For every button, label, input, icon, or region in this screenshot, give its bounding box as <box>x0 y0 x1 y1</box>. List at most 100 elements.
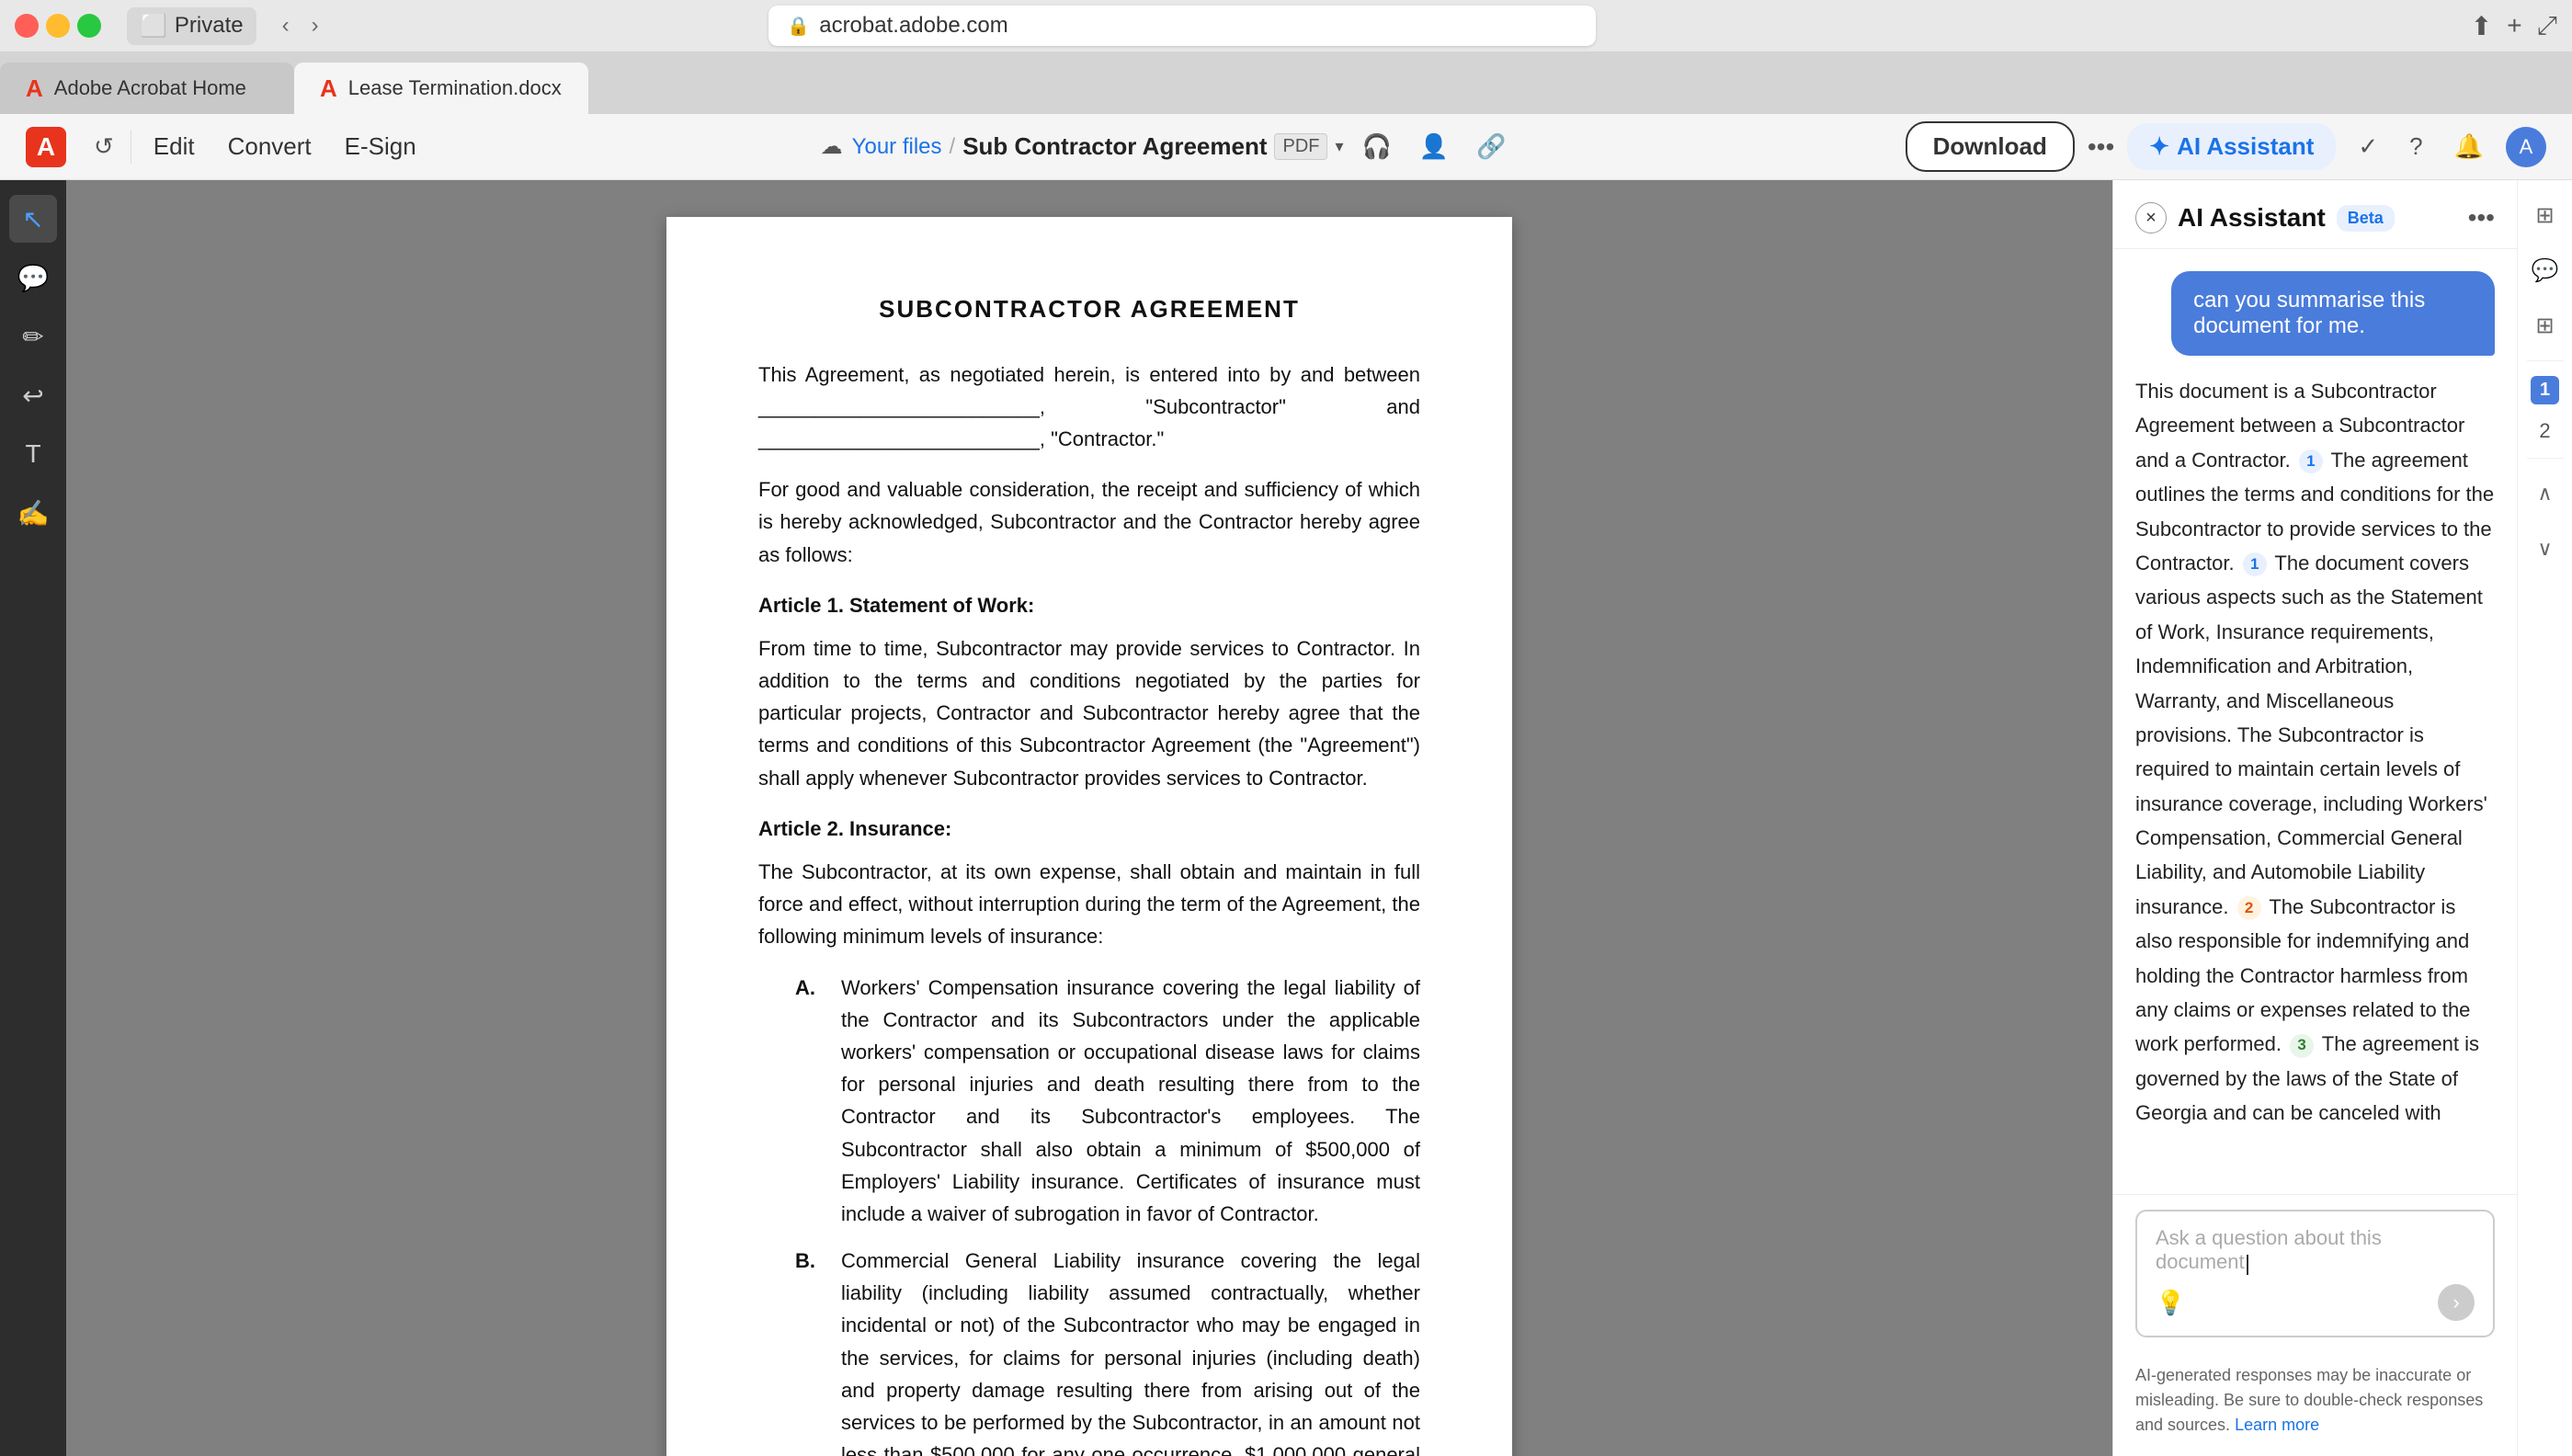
ai-input-box[interactable]: Ask a question about this document 💡 › <box>2135 1210 2495 1337</box>
sidebar-divider-2 <box>2527 458 2564 459</box>
scroll-up-button[interactable]: ∧ <box>2525 473 2566 514</box>
titlebar-actions: ⬆ + ⤢ <box>2471 11 2557 41</box>
learn-more-link[interactable]: Learn more <box>2235 1416 2319 1434</box>
scroll-down-button[interactable]: ∨ <box>2525 529 2566 569</box>
edit-menu-item[interactable]: Edit <box>139 125 210 168</box>
pdf-article1-text: From time to time, Subcontractor may pro… <box>758 632 1420 794</box>
list-label-b: B. <box>795 1245 823 1456</box>
ai-disclaimer: AI-generated responses may be inaccurate… <box>2113 1352 2517 1456</box>
select-tool-button[interactable]: ↖ <box>9 195 57 243</box>
account-avatar[interactable]: A <box>2506 127 2546 167</box>
send-button[interactable]: › <box>2438 1284 2475 1321</box>
ai-assistant-label: AI Assistant <box>2177 132 2314 161</box>
list-label-a: A. <box>795 972 823 1231</box>
tab-home-label: Adobe Acrobat Home <box>54 76 246 100</box>
rotate-tool-button[interactable]: ↩ <box>9 371 57 419</box>
lightbulb-icon-button[interactable]: 💡 <box>2156 1289 2185 1317</box>
tab-acrobat-home[interactable]: A Adobe Acrobat Home <box>0 63 294 114</box>
pdf-insurance-list: A. Workers' Compensation insurance cover… <box>795 972 1420 1456</box>
document-name: Sub Contractor Agreement <box>962 132 1267 161</box>
your-files-link[interactable]: Your files <box>852 134 942 160</box>
text-tool-button[interactable]: T <box>9 430 57 478</box>
verify-icon[interactable]: ✓ <box>2349 127 2387 166</box>
fullscreen-button[interactable] <box>77 14 101 38</box>
sidebar-divider <box>2527 360 2564 361</box>
address-bar[interactable]: 🔒 acrobat.adobe.com <box>768 6 1596 46</box>
nav-forward-button[interactable]: › <box>304 9 326 42</box>
convert-menu-item[interactable]: Convert <box>213 125 326 168</box>
list-text-b: Commercial General Liability insurance c… <box>841 1245 1420 1456</box>
fullscreen-icon-button[interactable]: ⤢ <box>2537 11 2557 41</box>
adobe-logo-icon-2: A <box>320 74 337 103</box>
ai-response: This document is a Subcontractor Agreeme… <box>2135 374 2495 1131</box>
list-item: B. Commercial General Liability insuranc… <box>795 1245 1420 1456</box>
pdf-article2-heading: Article 2. Insurance: <box>758 813 1420 845</box>
pdf-intro-paragraph: This Agreement, as negotiated herein, is… <box>758 358 1420 456</box>
ai-chat-area[interactable]: can you summarise this document for me. … <box>2113 249 2517 1194</box>
panel-view-icon[interactable]: ⊞ <box>2525 195 2566 235</box>
right-mini-sidebar: ⊞ 💬 ⊞ 1 2 ∧ ∨ <box>2517 180 2572 1456</box>
close-button[interactable] <box>15 14 39 38</box>
main-area: ↖ 💬 ✏ ↩ T ✍ SUBCONTRACTOR AGREEMENT This… <box>0 180 2572 1456</box>
bell-icon[interactable]: 🔔 <box>2445 127 2493 166</box>
toolbar-menu: Edit Convert E-Sign <box>139 125 431 168</box>
list-text-a: Workers' Compensation insurance covering… <box>841 972 1420 1231</box>
panel-comment-icon[interactable]: 💬 <box>2525 250 2566 290</box>
close-icon: × <box>2145 208 2157 229</box>
ai-star-icon: ✦ <box>2149 132 2169 161</box>
comment-tool-button[interactable]: 💬 <box>9 254 57 301</box>
sign-tool-button[interactable]: ✍ <box>9 489 57 537</box>
citation-2[interactable]: 2 <box>2237 896 2261 920</box>
ai-panel-more-button[interactable]: ••• <box>2468 203 2495 233</box>
user-message: can you summarise this document for me. <box>2171 271 2495 356</box>
headphones-icon[interactable]: 🎧 <box>1353 127 1401 166</box>
adobe-logo-icon: A <box>26 74 43 103</box>
app-toolbar: A ↺ Edit Convert E-Sign ☁ Your files / S… <box>0 114 2572 180</box>
ai-panel-title: AI Assistant <box>2178 203 2326 233</box>
text-cursor <box>2247 1255 2248 1275</box>
breadcrumb: Your files / Sub Contractor Agreement PD… <box>852 132 1344 161</box>
citation-1[interactable]: 1 <box>2299 449 2323 473</box>
pdf-article2-intro: The Subcontractor, at its own expense, s… <box>758 856 1420 953</box>
pdf-page: SUBCONTRACTOR AGREEMENT This Agreement, … <box>666 217 1512 1456</box>
lock-icon: 🔒 <box>787 15 810 38</box>
new-tab-button[interactable]: + <box>2507 11 2521 40</box>
edit-tool-button[interactable]: ✏ <box>9 313 57 360</box>
share-button[interactable]: ⬆ <box>2471 11 2492 41</box>
citation-3[interactable]: 3 <box>2290 1034 2314 1058</box>
private-mode-indicator: ⬜ Private <box>127 7 256 45</box>
nav-buttons: ‹ › <box>275 9 326 42</box>
breadcrumb-separator: / <box>950 134 956 160</box>
ai-input-placeholder: Ask a question about this document <box>2156 1226 2382 1273</box>
link-icon[interactable]: 🔗 <box>1467 127 1515 166</box>
refresh-button[interactable]: ↺ <box>85 127 123 166</box>
toolbar-breadcrumb-area: ☁ Your files / Sub Contractor Agreement … <box>431 127 1906 166</box>
list-item: A. Workers' Compensation insurance cover… <box>795 972 1420 1231</box>
esign-menu-item[interactable]: E-Sign <box>330 125 431 168</box>
pdf-badge: PDF <box>1274 133 1327 160</box>
tab-lease-termination[interactable]: A Lease Termination.docx <box>294 63 588 114</box>
ai-assistant-button[interactable]: ✦ AI Assistant <box>2127 123 2336 170</box>
more-options-button[interactable]: ••• <box>2088 132 2114 162</box>
ai-input-area: Ask a question about this document 💡 › <box>2113 1194 2517 1352</box>
sidebar-icon: ⬜ <box>140 13 167 40</box>
left-sidebar: ↖ 💬 ✏ ↩ T ✍ <box>0 180 66 1456</box>
nav-back-button[interactable]: ‹ <box>275 9 297 42</box>
page-number-2[interactable]: 2 <box>2539 419 2550 443</box>
user-icon[interactable]: 👤 <box>1410 127 1458 166</box>
download-button[interactable]: Download <box>1906 121 2075 172</box>
ai-panel-header: × AI Assistant Beta ••• <box>2113 180 2517 249</box>
panel-grid-icon[interactable]: ⊞ <box>2525 305 2566 346</box>
cloud-icon: ☁ <box>821 133 843 160</box>
citation-1b[interactable]: 1 <box>2243 552 2267 576</box>
pdf-consideration-paragraph: For good and valuable consideration, the… <box>758 473 1420 571</box>
ai-panel-close-button[interactable]: × <box>2135 202 2167 233</box>
dropdown-chevron-icon[interactable]: ▾ <box>1335 137 1343 156</box>
pdf-article1-heading: Article 1. Statement of Work: <box>758 589 1420 621</box>
help-icon[interactable]: ? <box>2400 127 2431 166</box>
browser-tabs: A Adobe Acrobat Home A Lease Termination… <box>0 51 2572 114</box>
ai-input-footer: 💡 › <box>2156 1284 2475 1321</box>
pdf-viewer[interactable]: SUBCONTRACTOR AGREEMENT This Agreement, … <box>66 180 2112 1456</box>
page-number-badge: 1 <box>2531 376 2559 404</box>
minimize-button[interactable] <box>46 14 70 38</box>
